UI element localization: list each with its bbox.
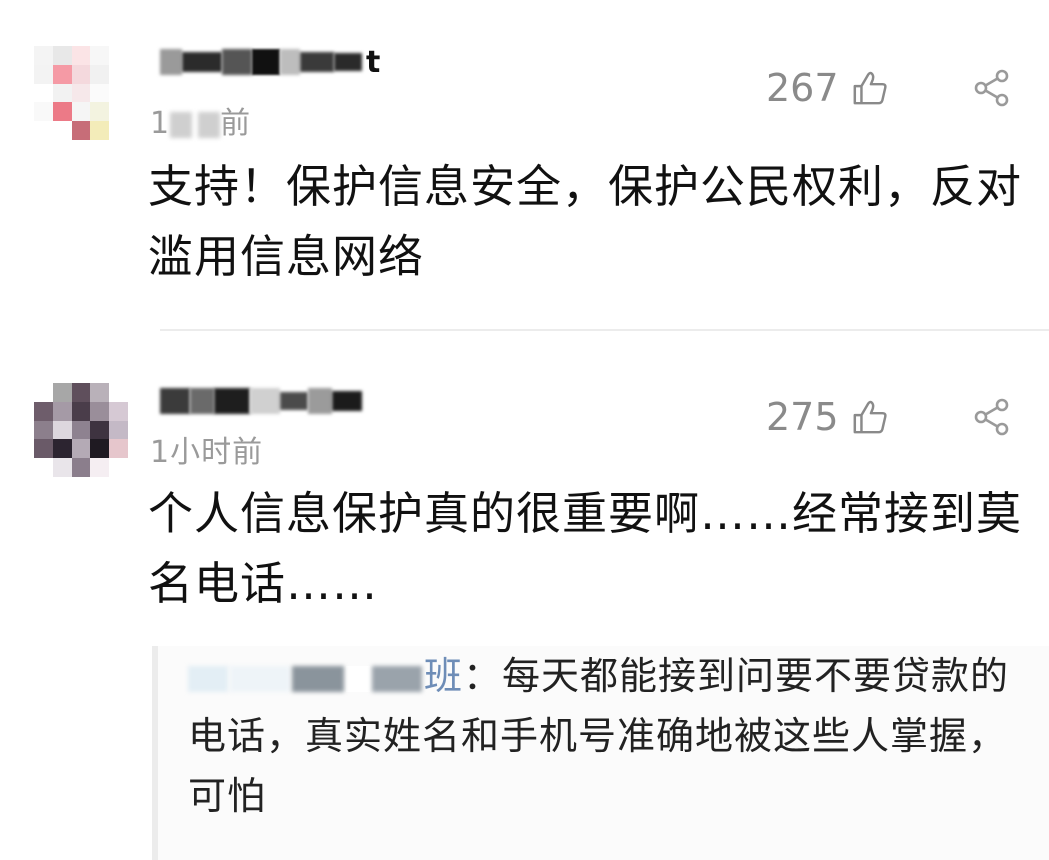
share-button[interactable] bbox=[972, 397, 1012, 437]
like-button[interactable]: 275 bbox=[766, 395, 889, 439]
like-button[interactable]: 267 bbox=[766, 66, 889, 110]
comment-feed: t 1前 267 支持！保护信息安全，保护公民权利，反对滥用信息网络 1小时前 … bbox=[0, 0, 1049, 860]
username-redacted bbox=[334, 53, 362, 71]
thumbs-up-icon bbox=[853, 400, 887, 434]
share-button[interactable] bbox=[972, 68, 1012, 108]
comment-text: 个人信息保护真的很重要啊……经常接到莫名电话…… bbox=[148, 487, 1023, 610]
username-redacted bbox=[308, 388, 332, 414]
like-count: 275 bbox=[766, 395, 839, 439]
comment-time: 1小时前 bbox=[150, 435, 264, 470]
comment-text: 支持！保护信息安全，保护公民权利，反对滥用信息网络 bbox=[148, 160, 1023, 283]
username-redacted bbox=[280, 392, 308, 410]
username-redacted bbox=[160, 388, 190, 414]
thumbs-up-icon bbox=[853, 71, 887, 105]
username-redacted bbox=[190, 388, 214, 414]
time-redacted bbox=[198, 111, 221, 138]
reply-author[interactable]: 班 bbox=[188, 654, 463, 698]
username[interactable] bbox=[160, 383, 410, 419]
username-redacted bbox=[182, 52, 222, 72]
comment-item: 1小时前 275 个人信息保护真的很重要啊……经常接到莫名电话…… 班：每天都能… bbox=[0, 331, 1049, 860]
username-redacted bbox=[214, 388, 250, 414]
reply-block[interactable]: 班：每天都能接到问要不要贷款的电话，真实姓名和手机号准确地被这些人掌握，可怕 bbox=[152, 646, 1049, 860]
comment-item: t 1前 267 支持！保护信息安全，保护公民权利，反对滥用信息网络 bbox=[0, 0, 1049, 331]
username-redacted bbox=[280, 49, 300, 75]
username-redacted bbox=[250, 388, 280, 414]
reply-separator: ： bbox=[463, 654, 503, 698]
username-redacted bbox=[332, 391, 362, 411]
username[interactable]: t bbox=[160, 44, 410, 80]
comment-time: 1前 bbox=[150, 106, 252, 141]
share-icon bbox=[974, 69, 1009, 107]
username-redacted bbox=[160, 49, 182, 75]
reply-author-redacted bbox=[292, 665, 344, 692]
username-redacted bbox=[252, 49, 280, 75]
avatar[interactable] bbox=[34, 46, 128, 140]
reply-author-redacted bbox=[372, 665, 422, 692]
like-count: 267 bbox=[766, 66, 839, 110]
username-tail: t bbox=[366, 44, 381, 80]
reply-author-redacted bbox=[188, 665, 228, 692]
share-icon bbox=[974, 398, 1009, 436]
reply-author-redacted bbox=[346, 665, 370, 692]
time-redacted bbox=[170, 111, 193, 138]
username-redacted bbox=[300, 52, 334, 72]
avatar[interactable] bbox=[34, 383, 128, 477]
reply-content: 班：每天都能接到问要不要贷款的电话，真实姓名和手机号准确地被这些人掌握，可怕 bbox=[188, 646, 1028, 826]
username-redacted bbox=[222, 49, 252, 75]
reply-author-redacted bbox=[230, 665, 290, 692]
